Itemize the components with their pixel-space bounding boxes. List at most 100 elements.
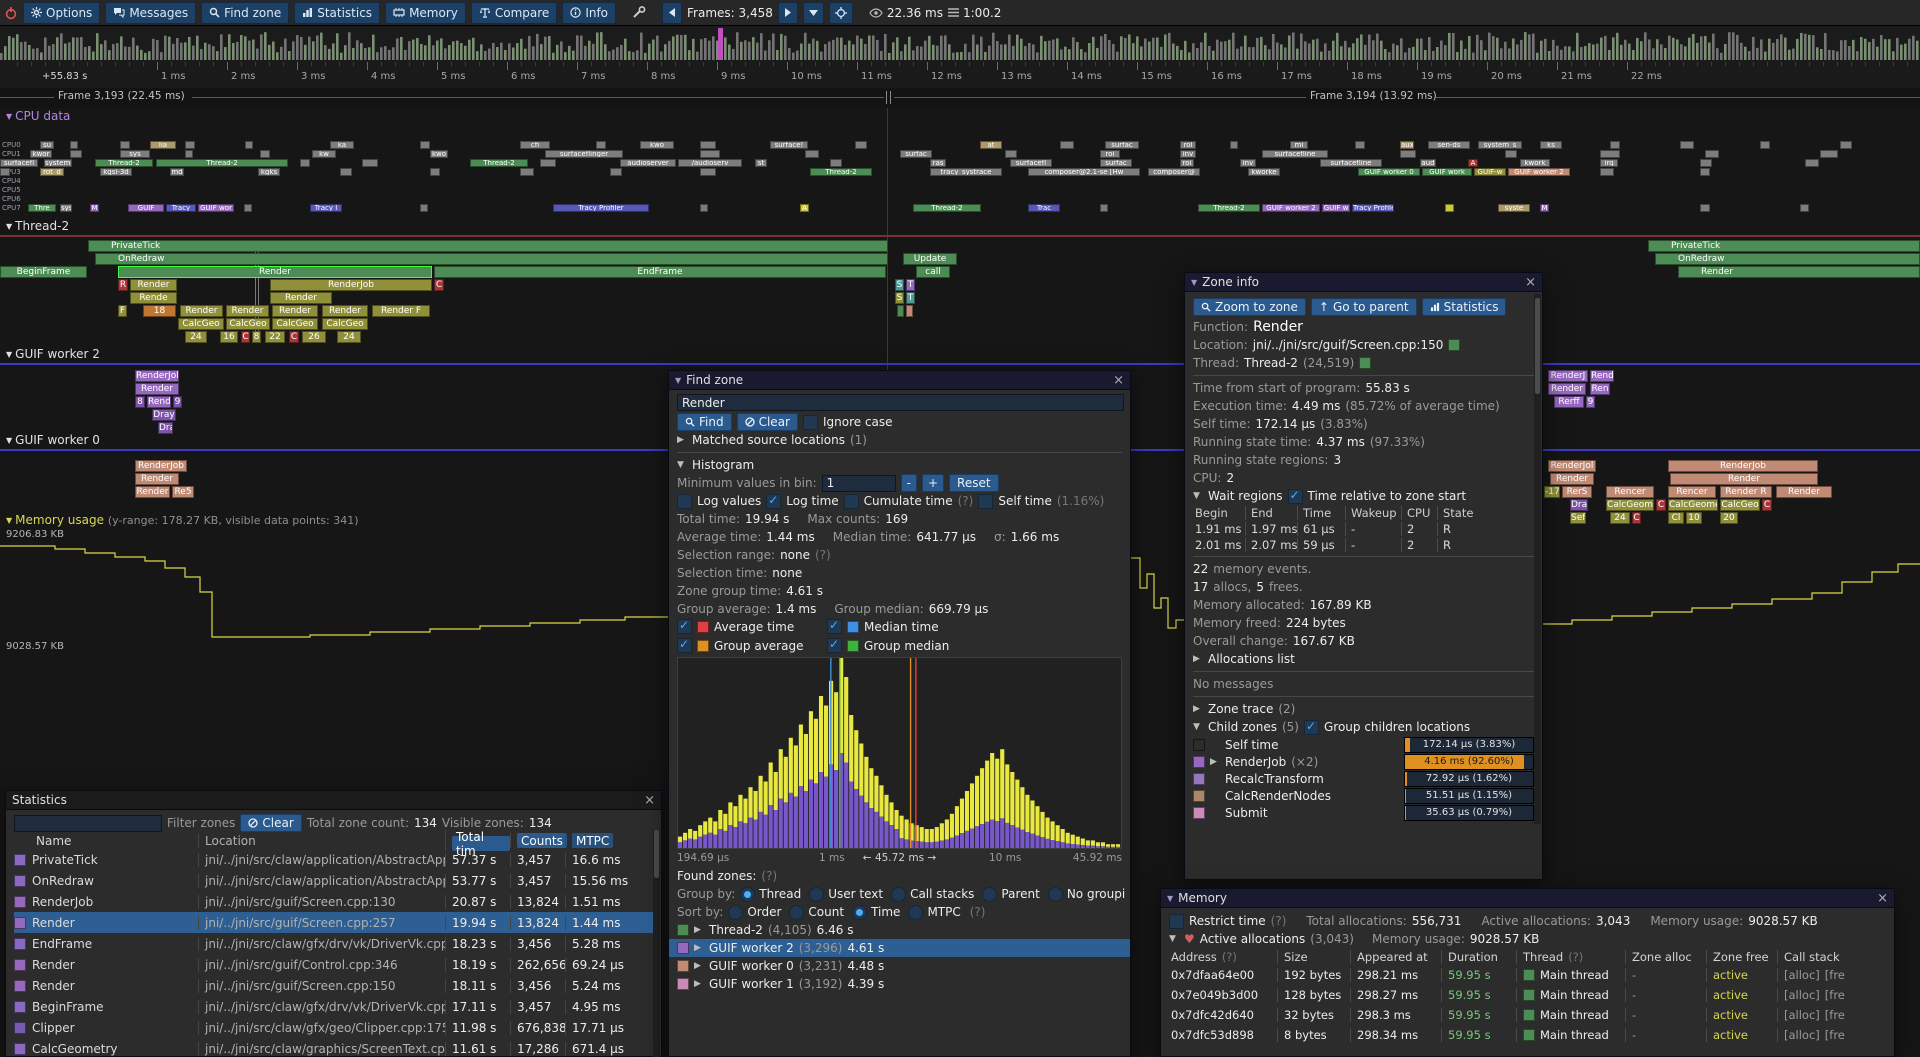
timeline-zone[interactable] — [1805, 159, 1819, 167]
timeline-zone[interactable]: Re5 — [172, 486, 194, 498]
memory-usage-header[interactable]: ▼Memory usage (y-range: 178.27 KB, visib… — [6, 513, 359, 527]
allocation-row[interactable]: 0x7dfc53d898 8 bytes 298.34 ms 59.95 s M… — [1169, 1025, 1886, 1045]
timeline-zone[interactable]: EndFrame — [434, 266, 886, 278]
group-by-radio[interactable]: Thread — [740, 885, 801, 903]
wait-regions-header[interactable]: ▼Wait regions Time relative to zone star… — [1193, 487, 1534, 505]
timeline-zone[interactable] — [855, 141, 867, 149]
timeline-zone[interactable]: rot_d — [40, 168, 64, 176]
group-by-radio[interactable]: No groupi — [1048, 885, 1125, 903]
timeline-zone[interactable]: Rende — [130, 292, 177, 304]
timeline-zone[interactable]: st — [755, 159, 767, 167]
timeline-zone[interactable] — [260, 150, 270, 158]
timeline-zone[interactable]: CalcGeo — [178, 318, 224, 330]
timeline-zone[interactable]: Render R — [1720, 486, 1772, 498]
timeline-zone[interactable]: Sef — [1570, 512, 1586, 524]
timeline-zone[interactable]: cfi — [520, 141, 550, 149]
timeline-zone[interactable] — [540, 159, 556, 167]
sort-by-radio[interactable]: Time — [852, 903, 900, 921]
timeline-zone[interactable]: T — [906, 292, 915, 304]
timeline-zone[interactable] — [830, 159, 842, 167]
timeline-zone[interactable]: kgsl-3d — [100, 168, 132, 176]
timeline-zone[interactable]: sen-ds — [1428, 141, 1470, 149]
statistics-row[interactable]: Render jni/../jni/src/guif/Screen.cpp:15… — [14, 975, 653, 996]
timeline-zone[interactable]: Dra — [1570, 499, 1588, 511]
free-callstack-link[interactable]: [fre — [1825, 968, 1845, 982]
timeline-zone[interactable] — [700, 141, 716, 149]
cumulate-time-checkbox[interactable] — [844, 494, 859, 509]
timeline-zone[interactable]: Render — [1678, 266, 1920, 278]
zoom-to-zone-button[interactable]: Zoom to zone — [1193, 298, 1306, 316]
timeline-zone[interactable]: GUIF wor — [198, 204, 234, 212]
timeline-zone[interactable]: A — [800, 204, 809, 212]
legend-item[interactable]: Group average — [677, 637, 827, 654]
timeline-zone[interactable] — [1700, 204, 1710, 212]
timeline-zone[interactable]: RenderJob — [270, 279, 432, 291]
timeline-zone[interactable] — [340, 168, 352, 176]
timeline-zone[interactable] — [700, 168, 716, 176]
timeline-zone[interactable]: kwor — [30, 150, 52, 158]
statistics-row[interactable]: OnRedraw jni/../jni/src/claw/application… — [14, 870, 653, 891]
col-location[interactable]: Location — [198, 834, 445, 848]
free-callstack-link[interactable]: [fre — [1825, 988, 1845, 1002]
timeline-zone[interactable] — [1005, 150, 1017, 158]
go-to-parent-button[interactable]: ↑Go to parent — [1311, 298, 1417, 316]
timeline-zone[interactable]: surfacefl — [1010, 159, 1052, 167]
timeline-zone[interactable]: sys — [60, 204, 72, 212]
close-icon[interactable]: × — [1525, 276, 1536, 289]
col-name[interactable]: Name — [14, 834, 198, 848]
col-duration[interactable]: Duration — [1441, 950, 1516, 964]
timeline-zone[interactable] — [1600, 168, 1614, 176]
timeline-zone[interactable] — [1600, 150, 1620, 158]
timeline-zone[interactable] — [1700, 168, 1710, 176]
timeline-zone[interactable] — [1800, 204, 1809, 212]
timeline-zone[interactable]: Render — [118, 266, 432, 278]
alloc-callstack-link[interactable]: [alloc] — [1784, 988, 1820, 1002]
timeline-zone[interactable]: surfac — [900, 150, 932, 158]
active-allocations-header[interactable]: ▼ ♥ Active allocations (3,043) Memory us… — [1169, 930, 1886, 948]
timeline-zone[interactable]: kworke — [1248, 168, 1280, 176]
allocations-list-header[interactable]: ▶Allocations list — [1193, 650, 1534, 668]
timeline-zone[interactable] — [420, 141, 430, 149]
timeline-zone[interactable]: 20 — [1720, 512, 1738, 524]
timeline-zone[interactable]: CalcGeo — [1720, 499, 1760, 511]
scrollbar-thumb[interactable] — [1535, 298, 1540, 394]
timeline-zone[interactable]: Render — [322, 305, 368, 317]
child-zone-row[interactable]: Self time 172.14 μs (3.83%) — [1193, 737, 1534, 753]
timeline-zone[interactable]: Update — [903, 253, 957, 265]
timeline-zone[interactable]: surfaceflinger — [545, 150, 623, 158]
timeline-zone[interactable]: kwo — [430, 150, 448, 158]
timeline-zone[interactable]: 9 — [173, 396, 182, 408]
timeline-zone[interactable]: RenderJob — [1668, 460, 1818, 472]
legend-checkbox[interactable] — [827, 619, 842, 634]
timeline-zone[interactable] — [1355, 141, 1365, 149]
timeline-zone[interactable] — [0, 168, 10, 176]
statistics-row[interactable]: BeginFrame jni/../jni/src/claw/gfx/drv/v… — [14, 996, 653, 1017]
timeline-zone[interactable] — [897, 305, 904, 317]
timeline-zone[interactable]: CalcGeome — [1606, 499, 1654, 511]
timeline-zone[interactable]: GUIF w — [1322, 204, 1350, 212]
guif-worker0-header[interactable]: ▼GUIF worker 0 — [6, 433, 100, 447]
timeline-zone[interactable]: C — [1656, 499, 1666, 511]
timeline-zone[interactable]: Thread-2 — [470, 159, 528, 167]
timeline-zone[interactable]: GUIF worker 2 — [1508, 168, 1570, 176]
timeline-zone[interactable]: Render — [270, 292, 332, 304]
timeline-zone[interactable]: audioserver — [620, 159, 676, 167]
timeline-zone[interactable]: irq — [1600, 159, 1618, 167]
timeline-zone[interactable]: 24 — [1610, 512, 1630, 524]
wait-region-row[interactable]: 1.91 ms 1.97 ms 61 μs - 2 R — [1193, 521, 1534, 537]
timeline-zone[interactable]: rol — [1180, 141, 1196, 149]
timeline-zone[interactable]: Render — [180, 305, 223, 317]
timeline-zone[interactable]: RenderJol — [135, 370, 179, 382]
group-by-radio[interactable]: Parent — [982, 885, 1039, 903]
timeline-zone[interactable]: Render — [135, 486, 170, 498]
timeline-zone[interactable] — [1445, 204, 1454, 212]
min-bin-input[interactable] — [822, 475, 896, 492]
found-zone-row[interactable]: ▶ GUIF worker 2 (3,296) 4.61 s — [669, 939, 1130, 957]
timeline-zone[interactable]: mi — [1290, 141, 1308, 149]
timeline-zone[interactable]: aud — [1420, 159, 1436, 167]
timeline-zone[interactable]: roi — [1180, 159, 1194, 167]
find-zone-titlebar[interactable]: ▼ Find zone × — [669, 371, 1130, 390]
find-zone-search-input[interactable] — [677, 394, 1124, 411]
restrict-time-checkbox[interactable] — [1169, 914, 1184, 929]
zone-info-titlebar[interactable]: ▼ Zone info × — [1185, 273, 1542, 292]
